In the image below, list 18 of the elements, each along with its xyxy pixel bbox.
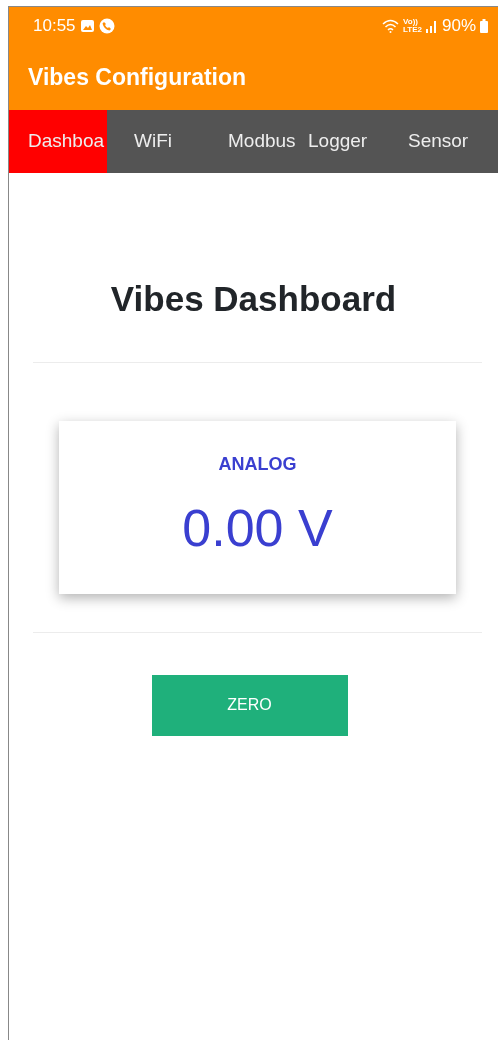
tab[interactable]: Sensor xyxy=(401,110,498,173)
reading-value: 0.00 V xyxy=(182,501,333,554)
tab[interactable]: WiFi xyxy=(107,110,201,173)
tab[interactable]: Modbus xyxy=(201,110,301,173)
wifi-icon xyxy=(382,19,399,33)
network-label: Vo)) xyxy=(403,18,418,26)
battery-icon xyxy=(480,19,488,33)
page-heading: Vibes Dashboard xyxy=(109,278,398,320)
app-title: Vibes Configuration xyxy=(28,63,247,93)
phone-icon xyxy=(98,18,115,34)
reading-label: ANALOG xyxy=(218,452,297,476)
tab[interactable]: Logger xyxy=(301,110,401,173)
battery-percent: 90% xyxy=(441,15,476,38)
image-icon xyxy=(79,19,95,33)
network-label: LTE2 xyxy=(403,26,422,34)
status-time: 10:55 xyxy=(33,15,76,38)
signal-icon xyxy=(425,19,438,33)
tab[interactable]: Dashboa xyxy=(9,110,107,173)
